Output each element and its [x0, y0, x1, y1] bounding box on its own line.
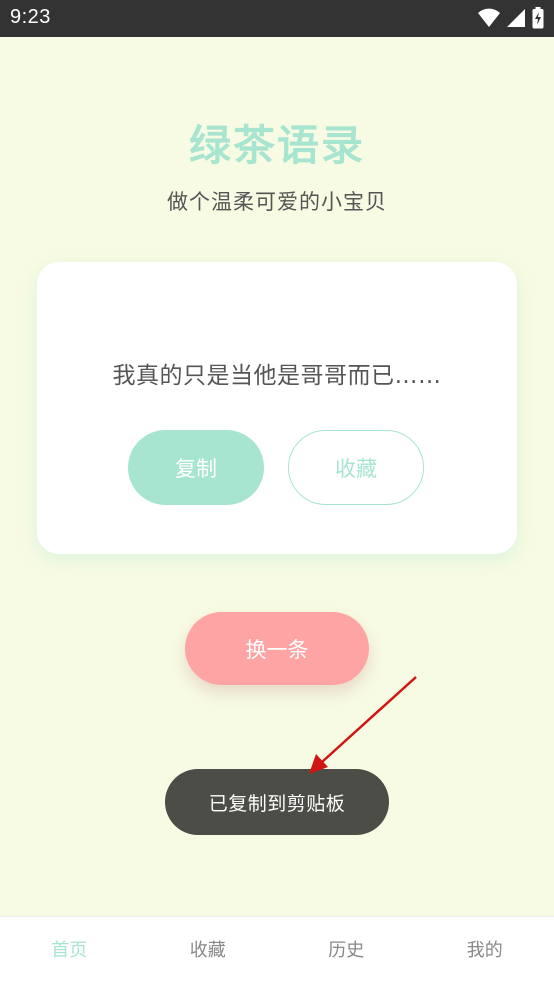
app-title: 绿茶语录 [0, 112, 554, 173]
nav-item-favorites-label: 收藏 [190, 936, 226, 962]
signal-icon [506, 8, 526, 28]
next-quote-button-label: 换一条 [246, 634, 309, 664]
nav-item-favorites[interactable]: 收藏 [139, 917, 278, 985]
status-time: 9:23 [10, 6, 51, 29]
status-bar: 9:23 [0, 0, 554, 37]
nav-item-home[interactable]: 首页 [0, 917, 139, 985]
nav-item-home-label: 首页 [51, 936, 87, 962]
app-subtitle: 做个温柔可爱的小宝贝 [0, 186, 554, 216]
wifi-icon [478, 8, 500, 28]
favorite-button[interactable]: 收藏 [288, 430, 424, 505]
status-icons [478, 7, 544, 29]
nav-item-mine[interactable]: 我的 [416, 917, 554, 985]
favorite-button-label: 收藏 [335, 453, 377, 483]
copy-button-label: 复制 [175, 453, 217, 483]
nav-item-history-label: 历史 [328, 936, 364, 962]
quote-text: 我真的只是当他是哥哥而已…… [37, 356, 517, 390]
nav-item-history[interactable]: 历史 [277, 917, 416, 985]
next-quote-button[interactable]: 换一条 [185, 612, 369, 685]
bottom-nav: 首页 收藏 历史 我的 [0, 916, 554, 985]
quote-card: 我真的只是当他是哥哥而已…… 复制 收藏 [37, 262, 517, 554]
copy-button[interactable]: 复制 [128, 430, 264, 505]
battery-icon [532, 7, 544, 29]
toast-message: 已复制到剪贴板 [209, 789, 346, 816]
copied-toast: 已复制到剪贴板 [165, 769, 389, 835]
nav-item-mine-label: 我的 [467, 936, 503, 962]
